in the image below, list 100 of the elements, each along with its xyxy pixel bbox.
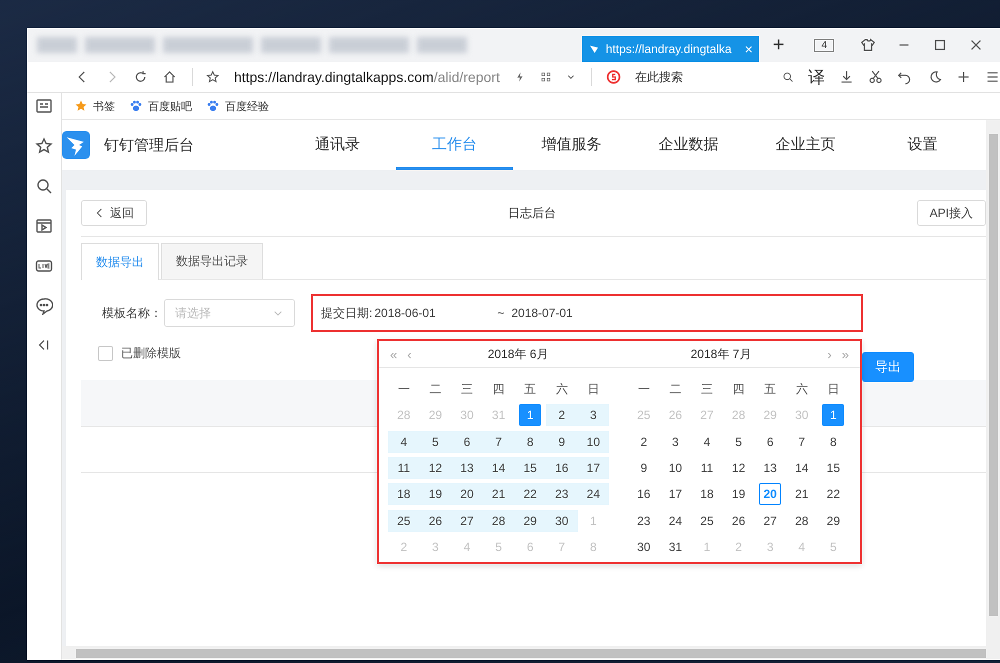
calendar-day[interactable]: 29 [514,510,546,532]
scissors-icon[interactable] [868,68,884,86]
calendar-day[interactable]: 18 [691,483,723,506]
weekday-label: 四 [492,380,506,398]
translate-button[interactable]: 译 [808,66,826,88]
calendar-day[interactable]: 14 [482,457,514,480]
api-button[interactable]: API接入 [916,200,986,226]
nav-tab[interactable]: 企业主页 [747,120,864,170]
weekday-label: 一 [396,380,411,398]
calendar-day[interactable]: 26 [722,510,754,532]
maximize-icon[interactable] [932,37,948,53]
calendar-day[interactable]: 18 [388,483,420,506]
calendar-day[interactable]: 11 [388,457,420,480]
shirt-icon[interactable] [860,37,876,53]
checkbox[interactable] [98,346,113,360]
back-button[interactable]: 返回 [81,200,147,226]
calendar-day[interactable]: 5 [722,430,754,453]
calendar-day[interactable]: 7 [482,430,514,453]
calendar-day[interactable]: 15 [514,457,546,480]
scrollbar-thumb[interactable] [988,134,998,616]
calendar-day[interactable]: 13 [754,457,786,480]
calendar-day[interactable]: 30 [546,510,578,532]
nav-tab[interactable]: 企业数据 [630,120,747,170]
calendar-day[interactable]: 25 [691,510,723,532]
qr-code-icon[interactable] [540,70,552,84]
calendar-day[interactable]: 2 [628,430,660,453]
address-field[interactable]: https://landray.dingtalkapps.com/alid/report [234,69,500,85]
weekday-label: 三 [460,380,474,398]
calendar-day[interactable]: 22 [514,483,546,506]
calendar-day[interactable]: 7 [786,430,818,453]
calendar-day[interactable]: 31 [660,536,692,558]
weekday-label: 五 [523,380,538,398]
app-title: 钉钉管理后台 [104,136,195,154]
star-icon [74,99,88,113]
search-engine-icon[interactable] [606,68,622,86]
calendar-day[interactable]: 25 [388,510,420,532]
calendar-day[interactable]: 16 [546,457,578,480]
bookmark-item[interactable]: 书签 [74,98,115,114]
reader-icon[interactable] [35,97,53,115]
calendar-day[interactable]: 15 [818,457,850,480]
date-range-field[interactable]: 2018-06-01 ~ 2018-07-01 [374,298,861,328]
calendar-day[interactable]: 19 [420,483,452,506]
calendar-day[interactable]: 8 [514,430,546,453]
weekday-label: 六 [554,380,569,398]
calendar-day[interactable]: 21 [786,483,818,506]
calendar-day[interactable]: 12 [420,457,452,480]
calendar-day[interactable]: 17 [660,483,692,506]
calendar-day[interactable]: 3 [578,404,610,426]
calendar-day[interactable]: 29 [818,510,850,532]
nav-tab[interactable]: 增值服务 [513,120,630,170]
calendar-day[interactable]: 27 [754,510,786,532]
calendar-day[interactable]: 14 [786,457,818,480]
calendar-day[interactable]: 12 [722,457,754,480]
calendar-day[interactable]: 3 [660,430,692,453]
search-icon[interactable] [35,177,53,195]
calendar-day[interactable]: 9 [546,430,578,453]
calendar-day[interactable]: 20 [451,483,483,506]
bookmark-item[interactable]: 百度贴吧 [129,98,192,114]
search-field[interactable]: 在此搜索 [635,68,768,86]
calendar-day[interactable]: 6 [451,430,483,453]
calendar-day[interactable]: 8 [818,430,850,453]
calendar-day[interactable]: 28 [786,510,818,532]
calendar-day[interactable]: 2 [546,404,578,426]
calendar-day[interactable]: 11 [691,457,723,480]
search-icon[interactable] [782,70,794,84]
weekday-label: 一 [636,380,651,398]
calendar-day[interactable]: 24 [660,510,692,532]
calendar-day[interactable]: 16 [628,483,660,506]
calendar-day[interactable]: 6 [754,430,786,453]
tab-favicon-icon [588,43,600,55]
calendar-day[interactable]: 10 [578,430,610,453]
bookmark-star-icon[interactable] [206,69,220,85]
calendar-day[interactable]: 21 [482,483,514,506]
calendar-day[interactable]: 5 [420,430,452,453]
calendar-day[interactable]: 24 [578,483,610,506]
weekday-label: 二 [668,380,682,398]
calendar-day[interactable]: 17 [578,457,610,480]
calendar-day[interactable]: 28 [482,510,514,532]
chat-icon[interactable] [35,297,53,315]
tab-count-badge[interactable]: 4 [814,38,834,52]
calendar-day[interactable]: 4 [691,430,723,453]
calendar-day[interactable]: 26 [420,510,452,532]
calendar-day[interactable]: 13 [451,457,483,480]
calendar-day[interactable]: 10 [660,457,692,480]
nav-tab[interactable]: 设置 [864,120,981,170]
calendar-day[interactable]: 23 [628,510,660,532]
page-tab[interactable]: 数据导出记录 [161,243,263,279]
scrollbar-thumb[interactable] [76,648,986,658]
calendar-day[interactable]: 30 [628,536,660,558]
calendar-day[interactable]: 23 [546,483,578,506]
calendar-day[interactable]: 22 [818,483,850,506]
calendar-day[interactable]: 27 [451,510,483,532]
calendar-day[interactable]: 9 [628,457,660,480]
calendar-day[interactable]: 19 [722,483,754,506]
favorites-icon[interactable] [35,137,53,155]
new-tab-button[interactable]: + [766,32,790,58]
video-icon[interactable] [35,217,53,235]
nav-tab[interactable]: 通讯录 [279,120,396,170]
bookmark-item[interactable]: 百度经验 [206,98,269,114]
calendar-day[interactable]: 4 [388,430,420,453]
